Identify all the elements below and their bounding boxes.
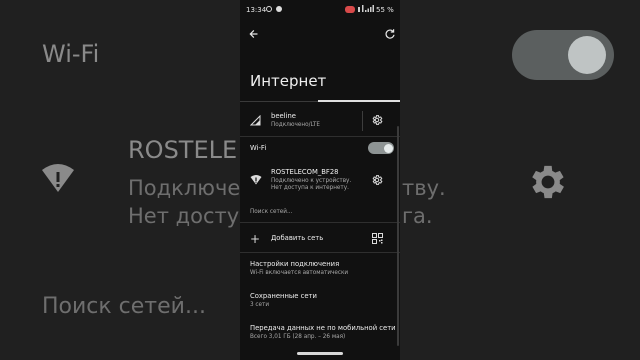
bg-status-line2: Нет досту bbox=[128, 204, 240, 228]
phone-screen: 13:34 55 % Интернет beeline Подключено/L… bbox=[240, 0, 400, 360]
wifi-warning-icon bbox=[250, 175, 262, 185]
plus-icon: + bbox=[250, 232, 261, 246]
scrollbar[interactable] bbox=[397, 126, 399, 346]
mobile-network-status: Подключено/LTE bbox=[271, 122, 320, 128]
page-title: Интернет bbox=[250, 72, 327, 90]
wifi-network-row[interactable]: ROSTELECOM_BF28 Подключено к устройству.… bbox=[240, 164, 400, 198]
title-divider-accent bbox=[318, 100, 400, 102]
bg-wifi-toggle bbox=[512, 30, 614, 80]
bg-wifi-warning-icon bbox=[42, 164, 74, 192]
mobile-network-name: beeline bbox=[271, 112, 296, 120]
battery-level: 55 % bbox=[376, 6, 394, 14]
section-divider bbox=[240, 136, 400, 137]
status-time: 13:34 bbox=[246, 6, 267, 14]
wifi-label: Wi-Fi bbox=[250, 144, 267, 152]
app-notification-icon bbox=[276, 6, 282, 12]
connection-settings-title: Настройки подключения bbox=[250, 260, 340, 268]
bg-status-line1-tail: тву. bbox=[402, 176, 446, 200]
wifi-switch[interactable] bbox=[368, 142, 394, 154]
signal-status-icons bbox=[358, 5, 374, 14]
notification-icon bbox=[266, 6, 272, 12]
saved-networks-row[interactable]: Сохраненные сети 3 сети bbox=[240, 288, 400, 314]
back-arrow-icon[interactable] bbox=[246, 26, 262, 42]
top-app-bar bbox=[240, 26, 400, 44]
data-usage-title: Передача данных не по мобильной сети bbox=[250, 324, 396, 332]
add-network-label: Добавить сеть bbox=[271, 234, 324, 242]
row-separator bbox=[362, 111, 363, 131]
non-mobile-data-usage-row[interactable]: Передача данных не по мобильной сети Все… bbox=[240, 320, 400, 346]
wifi-status-line2: Нет доступа к интернету. bbox=[271, 185, 349, 191]
bg-search-text: Поиск сетей... bbox=[42, 294, 206, 319]
bg-gear-icon bbox=[532, 165, 564, 199]
section-divider bbox=[240, 252, 400, 253]
connection-settings-subtitle: Wi-Fi включается автоматически bbox=[250, 270, 349, 276]
saved-networks-subtitle: 3 сети bbox=[250, 302, 270, 308]
connection-settings-row[interactable]: Настройки подключения Wi-Fi включается а… bbox=[240, 256, 400, 282]
refresh-icon[interactable] bbox=[382, 26, 398, 42]
qr-code-icon[interactable] bbox=[372, 233, 383, 244]
mobile-network-row[interactable]: beeline Подключено/LTE bbox=[240, 106, 400, 136]
recording-icon bbox=[345, 6, 355, 13]
data-usage-subtitle: Всего 3,01 ГБ (28 апр. – 26 мая) bbox=[250, 334, 346, 340]
gear-icon[interactable] bbox=[371, 114, 383, 126]
bg-wifi-title: Wi-Fi bbox=[42, 40, 100, 68]
wifi-searching-text: Поиск сетей... bbox=[250, 209, 293, 215]
gesture-nav-bar[interactable] bbox=[297, 352, 343, 355]
gear-icon[interactable] bbox=[371, 174, 383, 186]
signal-icon bbox=[250, 115, 261, 126]
wifi-status-line1: Подключено к устройству. bbox=[271, 178, 352, 184]
status-bar: 13:34 55 % bbox=[240, 0, 400, 20]
wifi-ssid: ROSTELECOM_BF28 bbox=[271, 168, 339, 176]
bg-status-line1: Подключе bbox=[128, 176, 241, 200]
section-divider bbox=[240, 222, 400, 223]
saved-networks-title: Сохраненные сети bbox=[250, 292, 317, 300]
bg-status-line2-tail: га. bbox=[402, 204, 433, 228]
bg-ssid: ROSTELE bbox=[128, 136, 238, 164]
